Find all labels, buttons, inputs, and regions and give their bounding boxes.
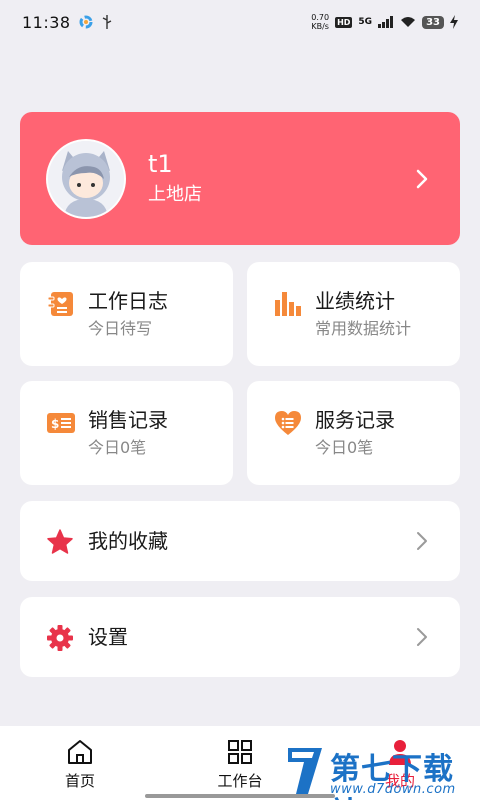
service-title: 服务记录 bbox=[315, 408, 395, 432]
chevron-right-icon bbox=[417, 628, 427, 646]
status-right: 0.70 KB/s HD 5G 33 bbox=[311, 13, 458, 31]
home-icon bbox=[68, 740, 92, 764]
performance-card[interactable]: 业绩统计 常用数据统计 bbox=[247, 262, 460, 366]
sales-subtitle: 今日0笔 bbox=[88, 438, 147, 457]
net-speed-value: 0.70 bbox=[311, 13, 330, 22]
profile-store: 上地店 bbox=[148, 183, 202, 205]
status-bar: 11:38 0.70 KB/s HD 5G 33 bbox=[0, 0, 480, 44]
avatar-illustration-icon bbox=[48, 140, 124, 217]
home-indicator bbox=[145, 794, 335, 798]
tab-workbench-label: 工作台 bbox=[217, 772, 263, 790]
tab-mine[interactable]: 我的 bbox=[320, 726, 480, 800]
settings-row[interactable]: 设置 bbox=[20, 597, 460, 677]
performance-subtitle: 常用数据统计 bbox=[315, 319, 412, 338]
avatar bbox=[46, 138, 126, 219]
service-subtitle: 今日0笔 bbox=[315, 438, 374, 457]
sales-receipt-icon: $ bbox=[47, 413, 75, 433]
hd-badge: HD bbox=[335, 16, 353, 28]
sales-card[interactable]: $ 销售记录 今日0笔 bbox=[20, 381, 233, 485]
bar-chart-icon bbox=[275, 292, 301, 316]
favorites-row[interactable]: 我的收藏 bbox=[20, 501, 460, 581]
net-speed-unit: KB/s bbox=[311, 22, 329, 31]
charging-icon bbox=[450, 15, 458, 29]
profile-card[interactable]: t1 上地店 bbox=[20, 112, 460, 245]
worklog-card[interactable]: 工作日志 今日待写 bbox=[20, 262, 233, 366]
battery-level: 33 bbox=[422, 15, 444, 29]
usb-icon bbox=[102, 15, 111, 29]
app-notification-icon bbox=[79, 15, 93, 29]
status-left: 11:38 bbox=[22, 13, 113, 32]
profile-name: t1 bbox=[148, 149, 173, 178]
favorites-label: 我的收藏 bbox=[88, 529, 168, 553]
net-speed: 0.70 KB/s bbox=[311, 13, 329, 31]
performance-title: 业绩统计 bbox=[315, 289, 395, 313]
profile-text: t1 上地店 bbox=[148, 149, 202, 209]
person-icon bbox=[389, 740, 411, 765]
network-type: 5G bbox=[358, 17, 373, 27]
chevron-right-icon[interactable] bbox=[414, 167, 430, 191]
status-time: 11:38 bbox=[22, 12, 71, 32]
tab-home-label: 首页 bbox=[64, 772, 95, 790]
grid-icon bbox=[228, 740, 252, 764]
tab-bar: 首页 工作台 我的 bbox=[0, 726, 480, 800]
service-card[interactable]: 服务记录 今日0笔 bbox=[247, 381, 460, 485]
settings-label: 设置 bbox=[88, 625, 128, 649]
wifi-icon bbox=[401, 17, 416, 27]
tab-workbench[interactable]: 工作台 bbox=[160, 726, 320, 800]
worklog-subtitle: 今日待写 bbox=[88, 319, 153, 338]
heart-list-icon bbox=[275, 411, 301, 435]
worklog-title: 工作日志 bbox=[88, 289, 168, 313]
star-icon bbox=[47, 529, 73, 554]
worklog-icon bbox=[47, 292, 73, 316]
signal-icon bbox=[378, 16, 394, 28]
gear-icon bbox=[47, 625, 73, 651]
svg-text:$: $ bbox=[51, 417, 59, 431]
tab-mine-label: 我的 bbox=[384, 772, 415, 790]
sales-title: 销售记录 bbox=[88, 408, 168, 432]
chevron-right-icon bbox=[417, 532, 427, 550]
tab-home[interactable]: 首页 bbox=[0, 726, 160, 800]
